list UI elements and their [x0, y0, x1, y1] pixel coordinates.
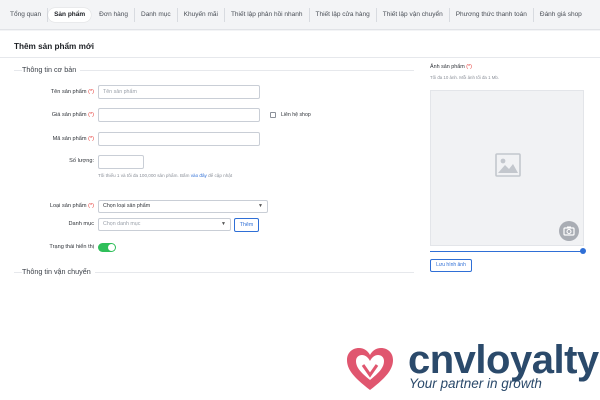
- tab-shop-reviews[interactable]: Đánh giá shop: [534, 8, 588, 22]
- product-type-select[interactable]: Chọn loại sản phẩm ▼: [98, 200, 268, 213]
- price-input[interactable]: [98, 108, 260, 122]
- price-label: Giá sản phẩm (*): [51, 112, 94, 118]
- product-type-value: Chọn loại sản phẩm: [103, 203, 151, 209]
- quantity-input[interactable]: [98, 155, 144, 169]
- category-placeholder: Chọn danh mục: [103, 221, 141, 227]
- tab-overview[interactable]: Tổng quan: [4, 7, 49, 22]
- tab-categories[interactable]: Danh mục: [135, 7, 178, 22]
- section-heading-basic-info: Thông tin cơ bản: [22, 65, 81, 74]
- save-image-button[interactable]: Lưu hình ảnh: [430, 259, 472, 272]
- sku-label: Mã sản phẩm (*): [52, 136, 94, 142]
- tab-orders[interactable]: Đơn hàng: [93, 7, 135, 22]
- chevron-down-icon: ▼: [221, 221, 226, 227]
- tab-store-settings[interactable]: Thiết lập cửa hàng: [310, 7, 377, 22]
- image-placeholder-icon: [495, 153, 521, 177]
- tab-promotions[interactable]: Khuyến mãi: [178, 7, 225, 22]
- contact-shop-checkbox[interactable]: [270, 112, 276, 118]
- add-category-button[interactable]: Thêm: [234, 218, 259, 232]
- product-image-label: Ảnh sản phẩm (*): [430, 64, 472, 70]
- brand-name: cnvloyalty: [408, 338, 599, 382]
- display-status-label: Trạng thái hiển thị: [49, 244, 94, 250]
- image-zoom-slider-fill: [430, 251, 583, 252]
- tab-products[interactable]: Sản phẩm: [48, 7, 92, 22]
- tab-shipping-settings[interactable]: Thiết lập vận chuyển: [377, 7, 450, 22]
- category-label: Danh mục: [68, 221, 95, 227]
- product-name-label: Tên sản phẩm (*): [50, 89, 94, 95]
- contact-shop-label: Liên hệ shop: [281, 112, 311, 118]
- category-select[interactable]: Chọn danh mục ▼: [98, 218, 231, 231]
- quantity-label: Số lượng:: [69, 158, 94, 164]
- brand-tagline: Your partner in growth: [409, 376, 542, 391]
- page-title: Thêm sản phẩm mới: [14, 42, 94, 51]
- quantity-hint: Tối thiểu 1 và tối đa 100,000 sản phẩm. …: [98, 173, 233, 178]
- image-zoom-slider-thumb[interactable]: [580, 248, 586, 254]
- toggle-knob: [108, 244, 115, 251]
- title-divider: [0, 57, 600, 58]
- heart-logo-icon: [347, 348, 393, 390]
- chevron-down-icon: ▼: [258, 203, 263, 209]
- display-status-toggle[interactable]: [98, 243, 116, 252]
- product-image-hint: Tối đa 10 ảnh. Mỗi ảnh tối đa 1 Mb.: [430, 75, 500, 80]
- update-link[interactable]: vào đây: [191, 173, 207, 178]
- tab-payment-methods[interactable]: Phương thức thanh toán: [450, 7, 534, 22]
- app-window: Tổng quan Sản phẩm Đơn hàng Danh mục Khu…: [0, 0, 600, 282]
- product-name-input[interactable]: Tên sản phẩm: [98, 85, 260, 99]
- product-type-label: Loại sản phẩm (*): [49, 203, 94, 209]
- tab-quick-reply-settings[interactable]: Thiết lập phản hồi nhanh: [225, 7, 310, 22]
- top-tab-bar: Tổng quan Sản phẩm Đơn hàng Danh mục Khu…: [0, 0, 600, 30]
- sku-input[interactable]: [98, 132, 260, 146]
- image-upload-area[interactable]: [430, 90, 584, 246]
- camera-icon[interactable]: [559, 221, 579, 241]
- section-heading-shipping: Thông tin vận chuyển: [22, 267, 95, 276]
